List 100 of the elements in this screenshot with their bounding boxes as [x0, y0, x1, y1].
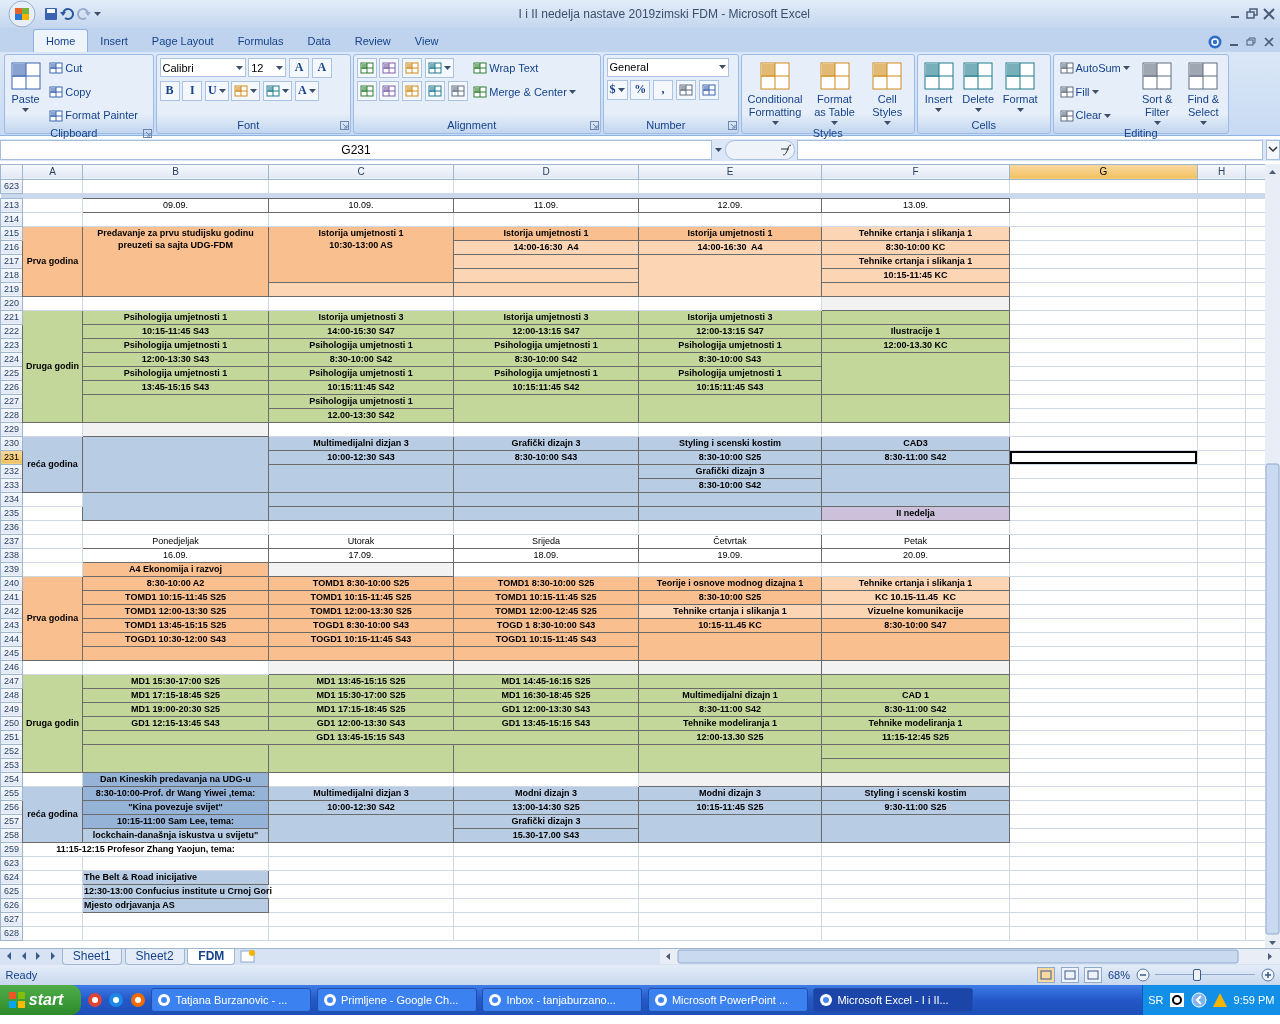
- close-icon[interactable]: [1261, 7, 1278, 21]
- combo-box[interactable]: General: [606, 57, 729, 77]
- toolbar-button[interactable]: [675, 79, 696, 100]
- sheet-tab[interactable]: Sheet2: [124, 948, 185, 965]
- launcher-icon[interactable]: [727, 120, 738, 131]
- close-icon[interactable]: [1262, 36, 1275, 49]
- zoom-out-icon[interactable]: [1135, 967, 1150, 982]
- column-header[interactable]: D: [453, 164, 639, 180]
- ribbon-tab[interactable]: Insert: [88, 29, 140, 52]
- ribbon-button[interactable]: Delete: [959, 57, 998, 113]
- formula-field[interactable]: [797, 140, 1264, 160]
- view-icon[interactable]: [1084, 966, 1103, 983]
- ribbon-tab[interactable]: Review: [342, 29, 403, 52]
- combo-box[interactable]: Calibri: [159, 58, 246, 78]
- taskbar-button[interactable]: Primljene - Google Ch...: [316, 987, 477, 1012]
- ribbon-button[interactable]: Sort & Filter: [1135, 57, 1179, 126]
- column-header[interactable]: G: [1009, 164, 1198, 180]
- toolbar-button[interactable]: A: [289, 57, 309, 78]
- column-header[interactable]: A: [22, 164, 83, 180]
- ribbon-button[interactable]: Format as Table: [808, 57, 861, 126]
- ribbon-tab[interactable]: Home: [33, 28, 89, 52]
- ribbon-button[interactable]: Insert: [920, 57, 957, 113]
- toolbar-button[interactable]: I: [182, 80, 203, 101]
- browser-icon[interactable]: [86, 991, 103, 1008]
- restore-icon[interactable]: [1244, 7, 1259, 21]
- ribbon-button[interactable]: Format: [999, 57, 1041, 113]
- toolbar-button[interactable]: [263, 80, 293, 101]
- toolbar-button[interactable]: [356, 80, 377, 101]
- ribbon-button[interactable]: Find & Select: [1181, 57, 1225, 126]
- view-icon[interactable]: [1060, 966, 1079, 983]
- ribbon-button[interactable]: Cell Styles: [863, 57, 911, 126]
- save-icon[interactable]: [43, 7, 58, 21]
- ribbon-button[interactable]: Copy: [46, 81, 94, 103]
- table-cell: Istorija umjetnosti 1 10:30-13:00 AS: [268, 226, 454, 283]
- toolbar-button[interactable]: %: [630, 79, 651, 100]
- column-header[interactable]: H: [1197, 164, 1246, 180]
- column-header[interactable]: C: [268, 164, 454, 180]
- ribbon-tab[interactable]: Data: [295, 29, 343, 52]
- ribbon-tab[interactable]: View: [402, 29, 451, 52]
- toolbar-button[interactable]: A: [311, 57, 332, 78]
- toolbar-button[interactable]: B: [159, 80, 180, 101]
- taskbar-button[interactable]: Microsoft PowerPoint ...: [647, 987, 808, 1012]
- app-icon: [488, 992, 503, 1007]
- launcher-icon[interactable]: [339, 120, 350, 131]
- toolbar-button[interactable]: [231, 80, 261, 101]
- toolbar-button[interactable]: [379, 80, 400, 101]
- taskbar-button[interactable]: Microsoft Excel - I i II...: [813, 987, 974, 1012]
- toolbar-button[interactable]: [356, 57, 377, 78]
- ribbon-button[interactable]: AutoSum: [1056, 57, 1133, 79]
- ribbon-button[interactable]: Conditional Formatting: [744, 57, 806, 126]
- toolbar-button[interactable]: A: [294, 80, 319, 101]
- sheet-tab[interactable]: Sheet1: [61, 948, 122, 965]
- zoom-in-icon[interactable]: [1260, 967, 1275, 982]
- browser-icon[interactable]: [108, 991, 125, 1008]
- column-header[interactable]: B: [82, 164, 269, 180]
- slider-thumb[interactable]: [1193, 968, 1201, 981]
- view-icon[interactable]: [1037, 966, 1056, 983]
- toolbar-button[interactable]: [447, 80, 468, 101]
- sheet-icon: [10, 60, 41, 91]
- ribbon-button[interactable]: Wrap Text: [470, 57, 542, 79]
- sheet-tab[interactable]: FDM: [187, 948, 236, 965]
- select-all-button[interactable]: [0, 164, 23, 180]
- ribbon-tab[interactable]: Page Layout: [139, 29, 226, 52]
- active-cell[interactable]: [1009, 450, 1198, 465]
- undo-icon[interactable]: [60, 7, 75, 21]
- caret-icon: [93, 12, 101, 16]
- launcher-icon[interactable]: [589, 120, 600, 131]
- name-box[interactable]: G231: [0, 140, 712, 160]
- sheet-icon: [923, 60, 954, 91]
- column-header[interactable]: E: [638, 164, 822, 180]
- taskbar-button[interactable]: Inbox - tanjaburzano...: [482, 987, 643, 1012]
- ribbon-button[interactable]: Fill: [1056, 81, 1102, 103]
- scrollbar[interactable]: [1265, 163, 1280, 948]
- launcher-icon[interactable]: [142, 128, 153, 139]
- toolbar-button[interactable]: [424, 57, 454, 78]
- ribbon-button[interactable]: Merge & Center: [470, 81, 579, 103]
- toolbar-button[interactable]: U: [205, 80, 229, 101]
- browser-icon[interactable]: [129, 991, 146, 1008]
- column-header[interactable]: F: [821, 164, 1010, 180]
- toolbar-button[interactable]: [379, 57, 400, 78]
- toolbar-button[interactable]: [402, 80, 422, 101]
- taskbar-button[interactable]: Tatjana Burzanovic - ...: [151, 987, 312, 1012]
- expand-icon[interactable]: [1266, 140, 1280, 160]
- ribbon-button[interactable]: Paste: [7, 57, 44, 113]
- ribbon-tab[interactable]: Formulas: [225, 29, 296, 52]
- restore-icon[interactable]: [1245, 36, 1257, 49]
- ribbon-button[interactable]: Clear: [1056, 105, 1114, 127]
- toolbar-button[interactable]: [424, 80, 445, 101]
- scrollbar[interactable]: [660, 948, 1280, 964]
- help-icon[interactable]: [1169, 991, 1186, 1008]
- ribbon-button[interactable]: Cut: [46, 57, 86, 79]
- table-cell: Mjesto odrjavanja AS: [82, 898, 269, 913]
- toolbar-button[interactable]: ,: [653, 79, 673, 100]
- toolbar-button[interactable]: [402, 57, 422, 78]
- warning-icon[interactable]: [1212, 991, 1229, 1008]
- row-header[interactable]: 213: [0, 198, 23, 213]
- ribbon-button[interactable]: Format Painter: [46, 105, 141, 127]
- combo-box[interactable]: 12: [248, 58, 287, 78]
- toolbar-button[interactable]: $: [606, 79, 628, 100]
- toolbar-button[interactable]: [698, 79, 719, 100]
